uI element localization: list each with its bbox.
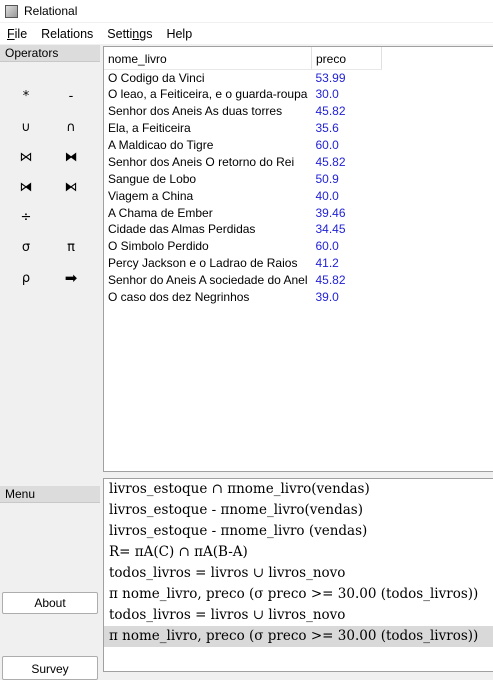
op-right-join-button[interactable]: ⧑ [56,176,86,198]
history-item[interactable]: todos_livros = livros ∪ livros_novo [104,605,493,626]
table-row[interactable]: A Chama de Ember 39.46 [104,204,382,221]
cell-nome-livro: A Maldicao do Tigre [108,138,214,152]
menu-file[interactable]: File [0,27,34,41]
table-row[interactable]: O caso dos dez Negrinhos 39.0 [104,289,382,306]
menu-settings[interactable]: Settings [100,27,159,41]
cell-nome-livro: Cidade das Almas Perdidas [108,222,256,237]
cell-preco: 45.82 [315,154,346,169]
op-product-button[interactable]: * [11,85,41,107]
history-item[interactable]: livros_estoque - πnome_livro (vendas) [104,521,493,542]
result-grid: nome_livro preco O Codigo da Vinci 53.99 O… [104,47,382,305]
cell-nome-livro: Sangue de Lobo [108,171,197,186]
cell-preco: 60.0 [315,138,339,152]
cell-nome-livro: Percy Jackson e o Ladrao de Raios [108,256,298,271]
menu-bar: File Relations Settings Help [0,23,493,44]
cell-preco: 45.82 [315,104,346,119]
op-union-button[interactable]: ∪ [11,116,41,138]
cell-nome-livro: A Chama de Ember [108,205,213,220]
op-projection-button[interactable]: π [56,236,86,258]
title-bar: Relational [0,0,493,22]
cell-nome-livro: O leao, a Feiticeira, e o guarda-roupa [108,87,308,102]
window-title: Relational [24,4,78,18]
cell-preco: 53.99 [315,70,346,85]
op-arrow-button[interactable]: ➡ [56,267,86,289]
cell-preco: 41.2 [315,256,339,271]
op-rename-button[interactable]: ρ [11,267,41,289]
cell-nome-livro: O Simbolo Perdido [108,239,209,254]
survey-button[interactable]: Survey [2,656,98,680]
history-item[interactable]: todos_livros = livros ∪ livros_novo [104,563,493,584]
side-menu-group: Menu [0,486,100,503]
result-table[interactable]: nome_livro preco O Codigo da Vinci 53.99 O… [103,46,493,472]
op-intersection-button[interactable]: ∩ [56,116,86,138]
op-left-join-button[interactable]: ⧒ [11,176,41,198]
history-item[interactable]: livros_estoque ∩ πnome_livro(vendas) [104,479,493,500]
cell-preco: 30.0 [315,87,339,102]
table-row[interactable]: Percy Jackson e o Ladrao de Raios 41.2 [104,255,382,272]
cell-nome-livro: O Codigo da Vinci [108,70,205,85]
op-natural-join-button[interactable]: ⋈ [11,146,41,168]
table-row[interactable]: O leao, a Feiticeira, e o guarda-roupa 30… [104,86,382,103]
menu-help[interactable]: Help [159,27,199,41]
cell-nome-livro: Viagem a China [108,188,194,203]
side-menu-header: Menu [0,486,100,503]
cell-preco: 39.0 [315,290,339,305]
op-difference-button[interactable]: - [56,85,86,107]
table-row[interactable]: Senhor dos Aneis As duas torres 45.82 [104,103,382,120]
column-header-preco[interactable]: preco [311,47,382,70]
cell-preco: 50.9 [315,171,339,186]
table-row[interactable]: Senhor do Aneis A sociedade do Anel 45.82 [104,272,382,289]
table-row[interactable]: Senhor dos Aneis O retorno do Rei 45.82 [104,153,382,170]
operators-header: Operators [0,45,100,62]
query-history-list[interactable]: livros_estoque ∩ πnome_livro(vendas) livr… [103,478,493,672]
table-row[interactable]: Cidade das Almas Perdidas 34.45 [104,221,382,238]
cell-preco: 35.6 [315,121,339,136]
cell-preco: 34.45 [315,222,346,237]
history-item[interactable]: π nome_livro, preco (σ preco >= 30.00 (t… [104,584,493,605]
table-row[interactable]: O Simbolo Perdido 60.0 [104,238,382,255]
table-header-row: nome_livro preco [104,47,382,70]
history-item[interactable]: livros_estoque - πnome_livro(vendas) [104,500,493,521]
cell-nome-livro: Ela, a Feiticeira [108,121,191,136]
cell-preco: 45.82 [315,273,346,288]
table-row[interactable]: Viagem a China 40.0 [104,187,382,204]
op-division-button[interactable]: ÷ [11,206,41,228]
table-row[interactable]: O Codigo da Vinci 53.99 [104,69,382,86]
column-header-nome-livro[interactable]: nome_livro [104,47,312,70]
cell-preco: 60.0 [315,239,339,254]
history-item[interactable]: π nome_livro, preco (σ preco >= 30.00 (t… [104,626,493,647]
app-icon [3,3,19,19]
about-button[interactable]: About [2,592,98,614]
operators-panel: Operators * - ∪ ∩ ⋈ ⧓ ⧒ ⧑ ÷ σ π ρ ➡ [0,45,100,672]
cell-preco: 39.46 [315,205,346,220]
cell-nome-livro: Senhor dos Aneis O retorno do Rei [108,154,295,169]
op-outer-join-button[interactable]: ⧓ [56,146,86,168]
menu-relations[interactable]: Relations [34,27,100,41]
history-item[interactable]: R= πA(C) ∩ πA(B-A) [104,542,493,563]
cell-nome-livro: Senhor dos Aneis As duas torres [108,104,283,119]
cell-nome-livro: O caso dos dez Negrinhos [108,290,250,305]
operators-grid: * - ∪ ∩ ⋈ ⧓ ⧒ ⧑ ÷ σ π ρ ➡ [0,62,100,292]
op-selection-button[interactable]: σ [11,236,41,258]
table-row[interactable]: A Maldicao do Tigre 60.0 [104,137,382,154]
table-row[interactable]: Sangue de Lobo 50.9 [104,170,382,187]
table-row[interactable]: Ela, a Feiticeira 35.6 [104,120,382,137]
cell-preco: 40.0 [315,188,339,203]
cell-nome-livro: Senhor do Aneis A sociedade do Anel [108,273,308,288]
